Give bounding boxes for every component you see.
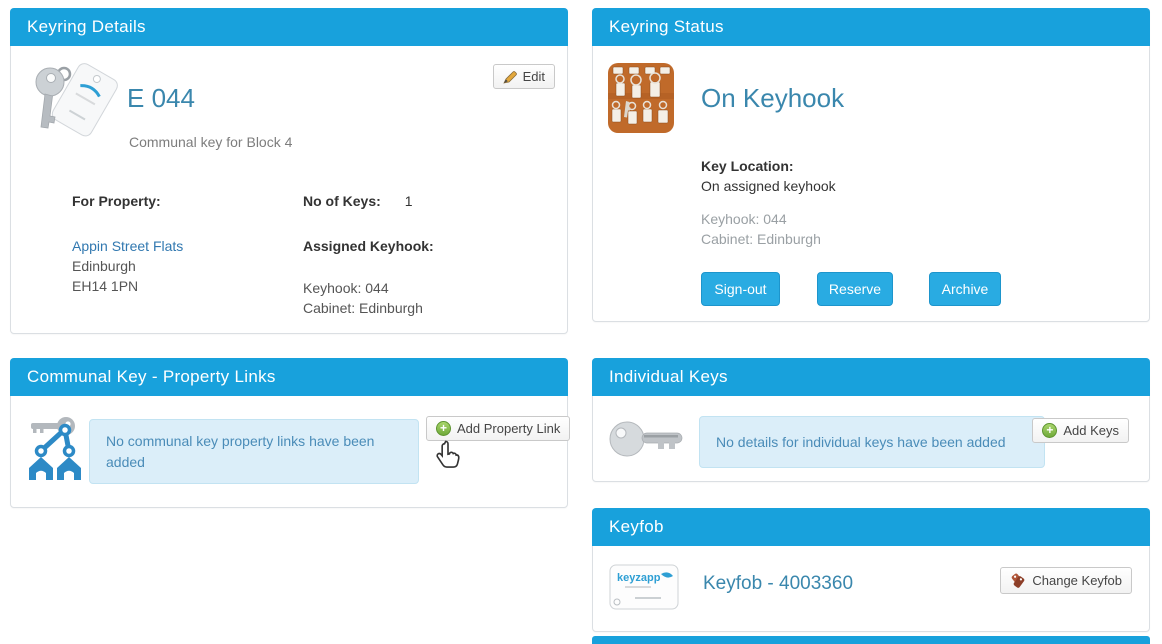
panel-keyfob-header: Keyfob <box>592 508 1150 546</box>
property-details-column: For Property: Appin Street Flats Edinbur… <box>72 191 292 296</box>
key-icon <box>606 415 686 463</box>
assigned-keyhook-label: Assigned Keyhook: <box>303 238 434 254</box>
keyring-photo <box>29 59 129 147</box>
panel-keyfob: Keyfob keyzapp Keyfob - 4003360 Change K… <box>592 508 1150 632</box>
next-panel-header-partial <box>592 636 1150 644</box>
panel-keyring-details-header: Keyring Details <box>10 8 568 46</box>
panel-keyring-status-header: Keyring Status <box>592 8 1150 46</box>
add-keys-label: Add Keys <box>1063 423 1119 438</box>
keyfob-brand-text: keyzapp <box>617 572 661 584</box>
empty-property-links-message: No communal key property links have been… <box>89 419 419 484</box>
archive-button[interactable]: Archive <box>929 272 1001 306</box>
property-postcode: EH14 1PN <box>72 278 139 294</box>
change-keyfob-label: Change Keyfob <box>1032 573 1122 588</box>
mouse-cursor-pointer <box>434 439 462 473</box>
panel-keyring-status: Keyring Status On Keyhook Key Location: … <box>592 8 1150 322</box>
add-property-link-label: Add Property Link <box>457 421 561 436</box>
keyfob-card-image: keyzapp <box>609 564 679 610</box>
reserve-button[interactable]: Reserve <box>817 272 893 306</box>
status-heading: On Keyhook <box>701 83 845 113</box>
panel-individual-keys: Individual Keys No details for individua… <box>592 358 1150 482</box>
plus-icon: + <box>1042 423 1058 438</box>
keyhook-line: Keyhook: 044 <box>303 280 389 296</box>
pencil-icon <box>502 70 517 84</box>
no-of-keys-value: 1 <box>404 193 413 209</box>
panel-property-links: Communal Key - Property Links No communa… <box>10 358 571 508</box>
keyhook-details-column: No of Keys: 1 Assigned Keyhook: Keyhook:… <box>303 191 543 318</box>
right-column: Keyring Status On Keyhook Key Location: … <box>592 8 1150 644</box>
panel-individual-keys-header: Individual Keys <box>592 358 1150 396</box>
change-keyfob-button[interactable]: Change Keyfob <box>1000 567 1132 594</box>
property-city: Edinburgh <box>72 258 136 274</box>
keyring-description: Communal key for Block 4 <box>129 134 293 150</box>
empty-individual-keys-message: No details for individual keys have been… <box>699 416 1045 468</box>
for-property-label: For Property: <box>72 193 161 209</box>
plus-icon: + <box>436 421 451 436</box>
swap-fob-icon <box>1012 573 1025 588</box>
key-with-fob-icon <box>35 63 118 137</box>
keyring-page: Keyring Details E 044 Communal key for B… <box>0 0 1162 644</box>
keyring-name: E 044 <box>127 83 195 113</box>
cabinet-line: Cabinet: Edinburgh <box>303 300 423 316</box>
panel-keyring-details: Keyring Details E 044 Communal key for B… <box>10 8 568 334</box>
no-of-keys-label: No of Keys: <box>303 193 381 209</box>
panel-title: Keyfob <box>609 517 664 536</box>
keyhook-line: Keyhook: 044 <box>701 211 787 227</box>
edit-button-label: Edit <box>522 69 545 84</box>
edit-button[interactable]: Edit <box>492 64 555 89</box>
keyhook-info-block: Keyhook: 044 Cabinet: Edinburgh <box>701 209 821 249</box>
add-keys-button[interactable]: + Add Keys <box>1032 418 1129 443</box>
property-link[interactable]: Appin Street Flats <box>72 238 183 254</box>
panel-title: Keyring Details <box>27 17 146 36</box>
panel-title: Communal Key - Property Links <box>27 367 276 386</box>
cabinet-line: Cabinet: Edinburgh <box>701 231 821 247</box>
sign-out-button[interactable]: Sign-out <box>701 272 780 306</box>
panel-title: Individual Keys <box>609 367 728 386</box>
panel-title: Keyring Status <box>609 17 724 36</box>
add-property-link-button[interactable]: + Add Property Link <box>426 416 571 441</box>
keyfob-label: Keyfob - 4003360 <box>703 573 854 594</box>
key-location-block: Key Location: On assigned keyhook <box>701 156 836 196</box>
keyhook-cabinet-photo <box>608 63 674 133</box>
left-column: Keyring Details E 044 Communal key for B… <box>10 8 571 508</box>
key-location-label: Key Location: <box>701 158 794 174</box>
key-location-value: On assigned keyhook <box>701 178 836 194</box>
communal-key-links-icon <box>27 415 83 481</box>
panel-property-links-header: Communal Key - Property Links <box>10 358 568 396</box>
